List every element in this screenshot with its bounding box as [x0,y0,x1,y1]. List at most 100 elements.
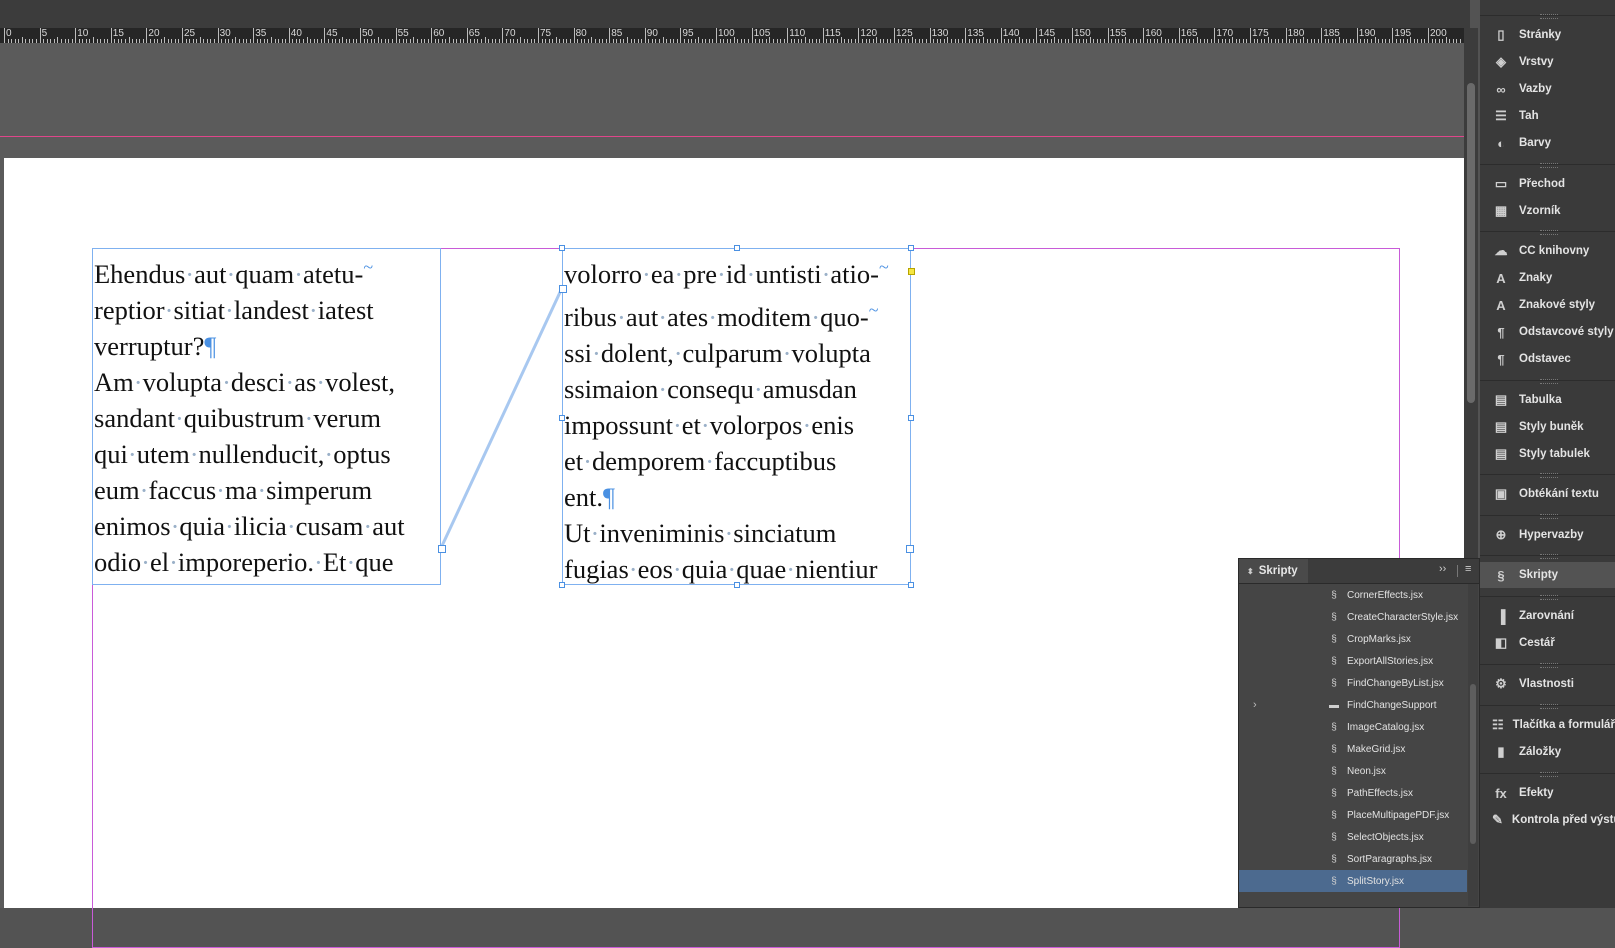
scripts-panel-tab[interactable]: ⬍ Skripty [1239,559,1308,583]
dock-item-label: CC knihovny [1519,245,1590,257]
text-frame-2[interactable]: volorro·ea·pre·id·untisti·atio-~ ribus·au… [562,248,911,585]
dock-item-properties[interactable]: ⚙ Vlastnosti [1480,671,1615,697]
in-port-icon[interactable] [559,285,567,293]
space-marker: · [285,366,295,397]
dock-item-character[interactable]: A Znaky [1480,265,1615,291]
resize-handle[interactable] [908,415,914,421]
scripts-panel-header: ⬍ Skripty ›› ≡ [1239,559,1479,584]
word: dolent, [600,337,674,368]
dock-item-paragraph-styles[interactable]: ¶ Odstavcové styly [1480,319,1615,345]
dock-item-text-wrap[interactable]: ▣ Obtékání textu [1480,481,1615,507]
script-item[interactable]: § Neon.jsx [1239,760,1467,782]
scripts-panel[interactable]: ⬍ Skripty ›› ≡ § CornerEffects.jsx § Create… [1238,558,1480,908]
resize-handle[interactable] [908,245,914,251]
script-item[interactable]: § ExportAllStories.jsx [1239,650,1467,672]
dock-item-pathfinder[interactable]: ◧ Cestář [1480,630,1615,656]
script-item[interactable]: § SortParagraphs.jsx [1239,848,1467,870]
out-port-icon[interactable] [438,545,446,553]
space-marker: · [225,510,234,541]
dock-group-grip[interactable] [1540,379,1558,384]
frame-1-text[interactable]: Ehendus·aut·quam·atetu-~ reptior·sitiat·l… [93,249,440,580]
dock-group-grip[interactable] [1540,14,1558,19]
dock-item-buttons-forms[interactable]: ☷ Tlačítka a formuláře [1480,712,1615,738]
dock-item-layers[interactable]: ◈ Vrstvy [1480,49,1615,75]
script-item[interactable]: § FindChangeByList.jsx [1239,672,1467,694]
space-marker: · [672,553,682,584]
dock-item-hyperlinks[interactable]: ⊕ Hypervazby [1480,522,1615,548]
scripts-scrollbar[interactable] [1468,584,1478,906]
script-item[interactable]: § CropMarks.jsx [1239,628,1467,650]
expand-panel-icon[interactable]: ›› [1439,563,1446,575]
dock-item-scripts[interactable]: § Skripty [1480,562,1615,588]
horizontal-ruler[interactable]: 0 5 10 15 20 25 30 35 40 45 50 55 60 65 70 75 80 85 90 95 10… [0,28,1477,43]
pathfinder-icon: ◧ [1494,635,1508,650]
resize-handle[interactable] [734,245,740,251]
text-line: Am·volupta·desci·as·volest, [94,364,440,400]
chevron-right-icon[interactable]: › [1253,699,1257,711]
scrollbar-thumb[interactable] [1467,83,1475,403]
word: amusdan [762,373,857,404]
panel-menu-icon[interactable]: ≡ [1465,563,1471,575]
script-item[interactable]: § PathEffects.jsx [1239,782,1467,804]
text-line: odio·el·imporeperio.·Et·que [94,544,440,580]
dock-group-grip[interactable] [1540,473,1558,478]
dock-group-grip[interactable] [1540,514,1558,519]
script-item[interactable]: § CreateCharacterStyle.jsx [1239,606,1467,628]
script-item[interactable]: § PlaceMultipagePDF.jsx [1239,804,1467,826]
script-item[interactable]: § ImageCatalog.jsx [1239,716,1467,738]
dock-item-gradient[interactable]: ▭ Přechod [1480,171,1615,197]
dock-item-character-styles[interactable]: A Znakové styly [1480,292,1615,318]
dock-item-bookmarks[interactable]: ▮ Záložky [1480,739,1615,765]
script-label: ExportAllStories.jsx [1347,655,1434,667]
script-file-icon: § [1331,611,1337,623]
word: verum [313,402,382,433]
ruler-tick [395,28,397,43]
corner-effect-handle[interactable] [908,268,915,275]
resize-handle[interactable] [908,582,914,588]
dock-group-grip[interactable] [1540,163,1558,168]
dock-item-stroke[interactable]: ☰ Tah [1480,103,1615,129]
space-marker: · [316,366,326,397]
script-item[interactable]: § CornerEffects.jsx [1239,584,1467,606]
script-item[interactable]: § SplitStory.jsx [1239,870,1467,892]
scripts-scrollbar-thumb[interactable] [1470,684,1476,844]
out-port-icon[interactable] [906,545,914,553]
script-file-icon: § [1331,743,1337,755]
word: ribus [564,301,617,332]
ruler-tick [965,28,967,43]
collapse-arrows-icon[interactable]: ⬍ [1247,567,1254,576]
text-frame-1[interactable]: Ehendus·aut·quam·atetu-~ reptior·sitiat·l… [92,248,441,585]
dock-item-align[interactable]: ▐ Zarovnání [1480,603,1615,629]
resize-handle[interactable] [559,245,565,251]
dock-item-label: Znaky [1519,272,1553,284]
resize-handle[interactable] [559,582,565,588]
dock-item-cell-styles[interactable]: ▤ Styly buněk [1480,414,1615,440]
dock-group-grip[interactable] [1540,554,1558,559]
resize-handle[interactable] [734,582,740,588]
dock-group-grip[interactable] [1540,772,1558,777]
dock-item-swatches[interactable]: ◐ Barvy [1480,130,1615,156]
script-item[interactable]: § MakeGrid.jsx [1239,738,1467,760]
resize-handle[interactable] [559,415,565,421]
dock-item-pages[interactable]: ▯ Stránky [1480,22,1615,48]
dock-item-links[interactable]: ∞ Vazby [1480,76,1615,102]
dock-group-grip[interactable] [1540,595,1558,600]
ruler-tick [431,28,433,43]
dock-item-paragraph[interactable]: ¶ Odstavec [1480,346,1615,372]
script-folder[interactable]: › ▬ FindChangeSupport [1239,694,1467,716]
ruler-tick [360,28,361,43]
frame-2-text[interactable]: volorro·ea·pre·id·untisti·atio-~ ribus·au… [563,249,910,587]
script-item[interactable]: § SelectObjects.jsx [1239,826,1467,848]
ruler-label: 20 [148,28,160,39]
dock-item-swatch-book[interactable]: ▦ Vzorník [1480,198,1615,224]
dock-group-grip[interactable] [1540,230,1558,235]
dock-item-cc-libraries[interactable]: ☁ CC knihovny [1480,238,1615,264]
dock-group-grip[interactable] [1540,663,1558,668]
dock-item-table-styles[interactable]: ▤ Styly tabulek [1480,441,1615,467]
ruler-tick [787,28,789,43]
space-marker: · [724,517,734,548]
dock-item-table[interactable]: ▤ Tabulka [1480,387,1615,413]
dock-group-grip[interactable] [1540,704,1558,709]
dock-item-preflight[interactable]: ✎ Kontrola před výstupem [1480,807,1615,833]
dock-item-effects[interactable]: fx Efekty [1480,780,1615,806]
